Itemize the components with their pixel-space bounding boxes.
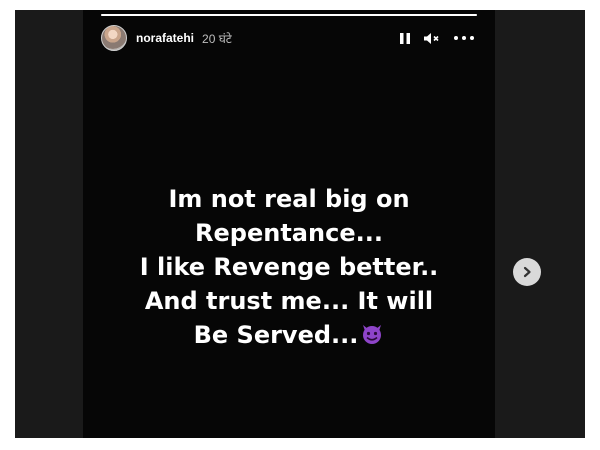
pause-icon[interactable] — [399, 32, 411, 45]
muted-speaker-icon[interactable] — [423, 32, 441, 45]
story-controls — [399, 32, 475, 45]
story-timestamp: 20 घंटे — [202, 31, 232, 46]
more-options-icon[interactable] — [453, 35, 475, 41]
chevron-right-icon — [521, 266, 533, 278]
story-text-line: Im not real big on — [168, 185, 410, 213]
story-viewer: norafatehi 20 घंटे Im not real big on Re… — [15, 10, 585, 438]
story-text: Im not real big on Repentance... I like … — [83, 182, 495, 355]
story-text-line: Be Served... — [193, 321, 359, 349]
story-text-line: And trust me... It will — [144, 287, 434, 315]
story-progress-fill — [101, 14, 477, 16]
story-text-last-line: Be Served... — [83, 318, 495, 355]
smiling-devil-emoji-icon — [360, 321, 384, 355]
next-story-button[interactable] — [513, 258, 541, 286]
avatar[interactable] — [101, 25, 127, 51]
story-header: norafatehi 20 घंटे — [101, 24, 475, 52]
story-text-line: I like Revenge better.. — [139, 253, 439, 281]
story-text-line: Repentance... — [195, 219, 383, 247]
username[interactable]: norafatehi — [136, 31, 194, 45]
story-panel[interactable]: norafatehi 20 घंटे Im not real big on Re… — [83, 10, 495, 438]
story-progress-bar — [101, 14, 477, 16]
